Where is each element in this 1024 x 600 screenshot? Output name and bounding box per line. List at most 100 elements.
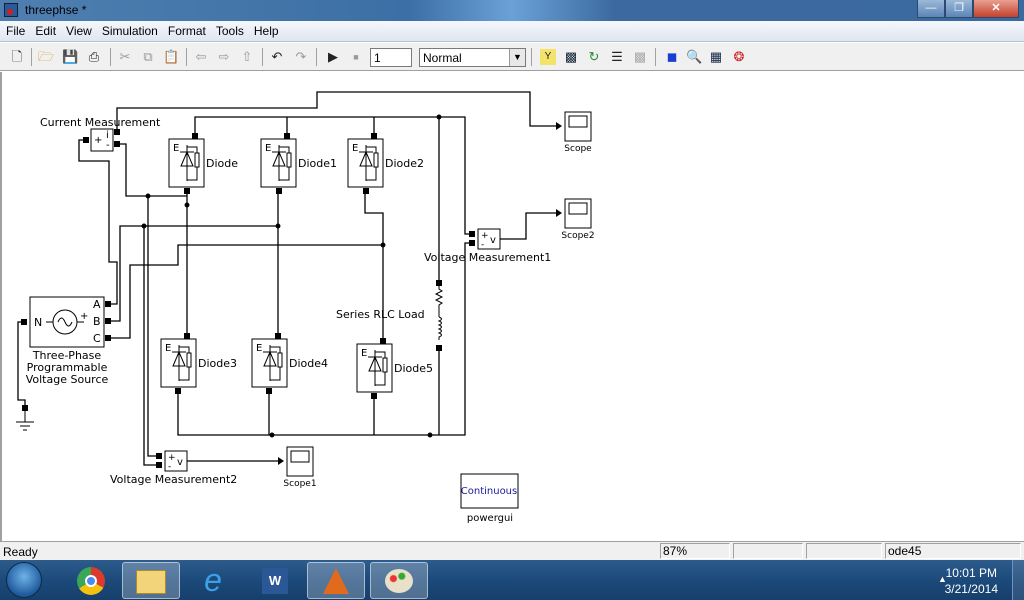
cut-icon[interactable]: ✂ (117, 49, 133, 65)
new-icon[interactable]: 🗋 (9, 49, 25, 65)
port (192, 133, 198, 139)
diode-port-e: E (352, 143, 358, 154)
print-icon[interactable]: ⎙ (86, 49, 102, 65)
diode-block-4[interactable]: E Diode4 (251, 333, 328, 394)
menu-edit[interactable]: Edit (29, 21, 60, 38)
voltage-measurement1-block[interactable]: + - v Voltage Measurement1 (424, 228, 551, 264)
port (266, 388, 272, 394)
status-cell (806, 543, 882, 559)
paint-icon[interactable] (370, 562, 428, 599)
diode-block-3[interactable]: E Diode3 (160, 333, 237, 394)
series-rlc-load-block[interactable]: Series RLC Load (336, 283, 444, 340)
port (156, 462, 162, 468)
signal-line[interactable] (177, 242, 472, 436)
update-diagram-icon[interactable]: ▩ (563, 49, 579, 65)
back-icon[interactable]: ⇦ (193, 49, 209, 65)
voltage-measurement2-block[interactable]: + - v Voltage Measurement2 (110, 450, 237, 486)
scope-block[interactable]: Scope (564, 111, 592, 154)
model-explorer-icon[interactable]: 🔍 (686, 49, 702, 65)
start-button[interactable] (6, 562, 42, 598)
forward-icon[interactable]: ⇨ (216, 49, 232, 65)
minimize-button[interactable]: — (917, 0, 945, 18)
voltage-measurement1-label: Voltage Measurement1 (424, 251, 551, 264)
paste-icon[interactable]: 📋 (163, 49, 179, 65)
port (105, 318, 111, 324)
file-explorer-icon[interactable] (122, 562, 180, 599)
library-browser-icon[interactable]: ◼ (664, 49, 680, 65)
port-c-label: C (93, 332, 101, 345)
status-bar: Ready 87% ode45 (0, 542, 1024, 560)
profiler-icon[interactable]: ❂ (731, 49, 747, 65)
diode-label: Diode (206, 157, 238, 170)
title-bar: threephse * — ❐ ✕ (0, 0, 1024, 21)
open-icon[interactable]: 🗁 (38, 49, 54, 65)
word-icon[interactable]: W (246, 562, 304, 599)
diode-block-2[interactable]: E Diode2 (347, 133, 424, 194)
diode-block-5[interactable]: E Diode5 (356, 338, 433, 399)
signal-line[interactable] (17, 321, 26, 408)
minus-sign: - (168, 462, 171, 472)
signal-line[interactable] (500, 212, 558, 240)
debugger-icon[interactable]: ▦ (708, 49, 724, 65)
chevron-down-icon[interactable]: ▼ (509, 49, 525, 66)
signal-line[interactable] (194, 116, 472, 235)
start-simulation-icon[interactable]: ▶ (325, 49, 341, 65)
stop-time-input[interactable]: 1 (370, 48, 412, 67)
three-phase-source-block[interactable]: + N A B C Three-Phase Programmable Volta… (26, 296, 109, 386)
scope1-label: Scope1 (283, 479, 316, 489)
ground-block[interactable] (16, 408, 34, 431)
current-measurement-block[interactable]: + i - Current Measurement (40, 116, 161, 152)
model-canvas[interactable]: E Diode E Diode1 E Diode2 E Diode3 E Diode4 E Diode… (0, 72, 1024, 542)
port (114, 129, 120, 135)
undo-icon[interactable]: ↶ (269, 49, 285, 65)
menu-tools[interactable]: Tools (210, 21, 248, 38)
scope1-block[interactable]: Scope1 (283, 446, 317, 489)
close-button[interactable]: ✕ (973, 0, 1019, 18)
simulation-mode-value: Normal (423, 51, 462, 65)
load-icon[interactable]: ☰ (609, 49, 625, 65)
save-icon[interactable]: 💾 (62, 49, 78, 65)
solver-name: ode45 (885, 543, 1021, 559)
diode-label: Diode3 (198, 357, 237, 370)
menu-file[interactable]: File (0, 21, 29, 38)
menu-simulation[interactable]: Simulation (96, 21, 162, 38)
port (284, 133, 290, 139)
port (436, 345, 442, 351)
clock[interactable]: 10:01 PM 3/21/2014 (945, 565, 998, 597)
restore-button[interactable]: ❐ (945, 0, 973, 18)
internet-explorer-icon[interactable]: e (184, 562, 242, 599)
redo-icon[interactable]: ↷ (293, 49, 309, 65)
show-desktop-button[interactable] (1012, 560, 1024, 600)
chrome-icon[interactable] (62, 562, 120, 599)
plus-sign: + (94, 135, 102, 146)
menu-view[interactable]: View (60, 21, 96, 38)
build-icon[interactable]: Y (540, 49, 556, 65)
menu-format[interactable]: Format (162, 21, 210, 38)
diode-block-1[interactable]: E Diode1 (260, 133, 337, 194)
copy-icon[interactable]: ⧉ (140, 49, 156, 65)
port (184, 188, 190, 194)
port (21, 319, 27, 325)
scope2-block[interactable]: Scope2 (561, 198, 595, 241)
matlab-icon[interactable] (307, 562, 365, 599)
signal-line[interactable] (147, 196, 159, 457)
port-b-label: B (93, 315, 101, 328)
signal-line[interactable] (116, 91, 558, 132)
menu-help[interactable]: Help (248, 21, 283, 38)
signal-line[interactable] (78, 139, 118, 305)
signal-line[interactable] (108, 244, 383, 339)
refresh-icon[interactable]: ↻ (586, 49, 602, 65)
powergui-block[interactable]: Continuous powergui (460, 473, 519, 524)
diode-block-0[interactable]: E Diode (168, 133, 238, 194)
status-cell (733, 543, 803, 559)
signal-line[interactable] (108, 225, 278, 322)
junction-dot (436, 114, 442, 120)
build-all-icon[interactable]: ▩ (632, 49, 648, 65)
simulink-app-icon (4, 3, 18, 17)
stop-simulation-icon[interactable]: ■ (348, 49, 364, 65)
simulation-mode-select[interactable]: Normal ▼ (419, 48, 526, 67)
up-icon[interactable]: ⇧ (239, 49, 255, 65)
signal-line[interactable] (143, 226, 159, 466)
diode-port-e: E (265, 143, 271, 154)
diode-port-e: E (173, 143, 179, 154)
